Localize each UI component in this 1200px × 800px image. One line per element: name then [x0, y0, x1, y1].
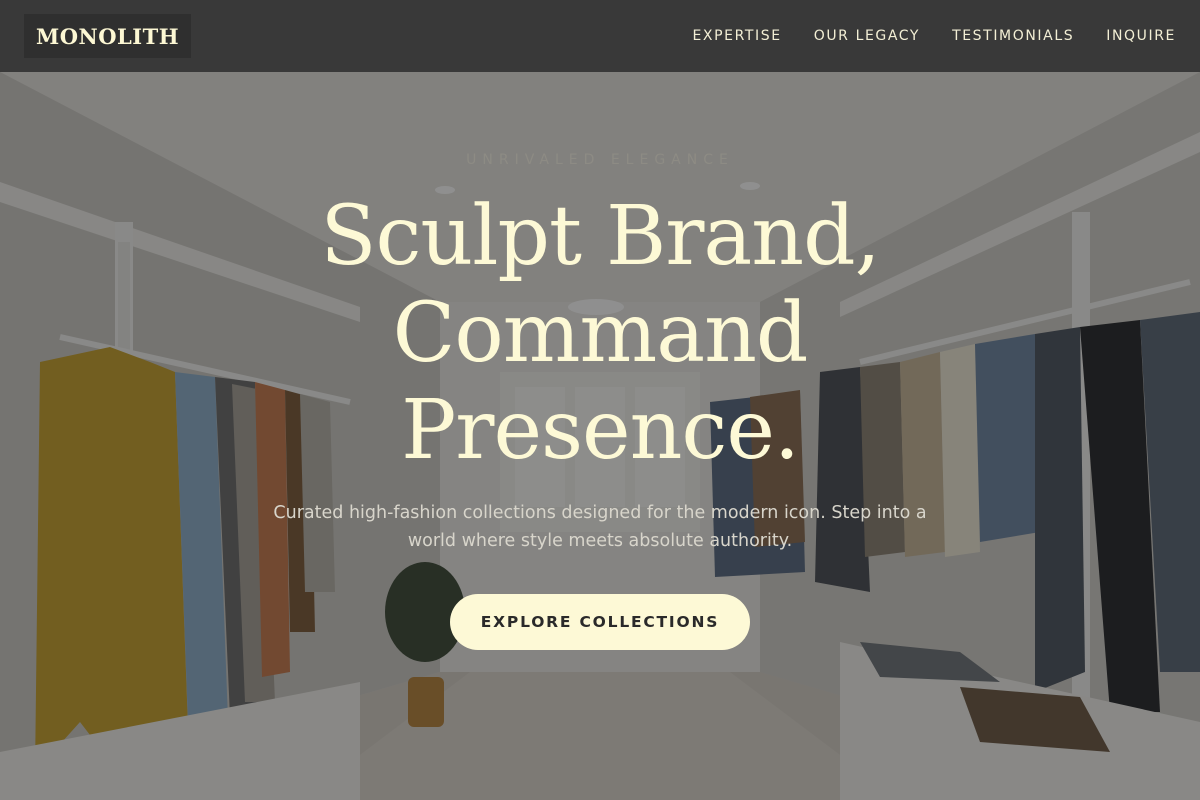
hero-section: UNRIVALED ELEGANCE Sculpt Brand, Command… — [0, 72, 1200, 800]
nav-link-inquire[interactable]: INQUIRE — [1106, 28, 1176, 44]
hero-headline-line-2: Command — [392, 286, 809, 381]
hero-headline-line-3: Presence. — [401, 383, 800, 478]
hero-content: UNRIVALED ELEGANCE Sculpt Brand, Command… — [0, 72, 1200, 800]
site-header: MONOLITH EXPERTISE OUR LEGACY TESTIMONIA… — [0, 0, 1200, 72]
hero-headline-line-1: Sculpt Brand, — [320, 189, 880, 284]
brand-logo[interactable]: MONOLITH — [24, 14, 192, 58]
main-nav: EXPERTISE OUR LEGACY TESTIMONIALS INQUIR… — [692, 28, 1176, 44]
nav-link-expertise[interactable]: EXPERTISE — [692, 28, 781, 44]
hero-eyebrow: UNRIVALED ELEGANCE — [466, 152, 734, 168]
nav-link-our-legacy[interactable]: OUR LEGACY — [814, 28, 920, 44]
nav-link-testimonials[interactable]: TESTIMONIALS — [952, 28, 1074, 44]
hero-subtitle: Curated high-fashion collections designe… — [273, 503, 927, 551]
hero-headline: Sculpt Brand, Command Presence. — [0, 188, 1200, 479]
explore-collections-button[interactable]: EXPLORE COLLECTIONS — [450, 594, 750, 650]
